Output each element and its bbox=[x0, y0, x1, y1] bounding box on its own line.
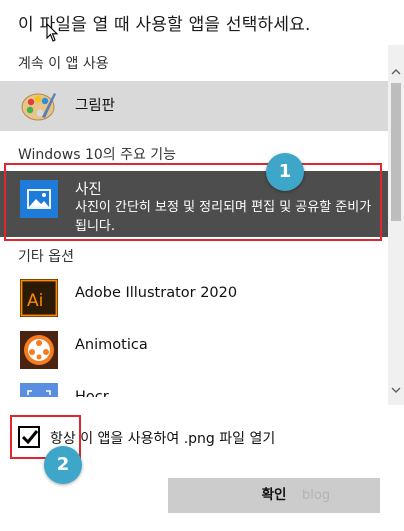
section-windows-features: Windows 10의 주요 기능 bbox=[18, 147, 177, 163]
app-item-animotica[interactable]: Animotica bbox=[0, 324, 388, 376]
svg-text:Ai: Ai bbox=[27, 291, 43, 311]
dialog-title: 이 파일을 열 때 사용할 앱을 선택하세요. bbox=[18, 15, 311, 35]
svg-text:A: A bbox=[33, 396, 42, 397]
vertical-scrollbar[interactable] bbox=[388, 45, 404, 405]
section-other-options: 기타 옵션 bbox=[18, 249, 74, 265]
app-item-illustrator[interactable]: Ai Adobe Illustrator 2020 bbox=[0, 272, 388, 324]
app-item-paint[interactable]: 그림판 bbox=[0, 81, 388, 131]
hocr-icon: A bbox=[20, 383, 58, 397]
app-name-illustrator: Adobe Illustrator 2020 bbox=[75, 285, 238, 301]
always-use-label: 항상 이 앱을 사용하여 .png 파일 열기 bbox=[50, 431, 276, 447]
scrollbar-thumb[interactable] bbox=[391, 83, 401, 221]
annotation-badge-1: 1 bbox=[266, 153, 304, 191]
illustrator-icon: Ai bbox=[20, 279, 58, 317]
app-name-animotica: Animotica bbox=[75, 337, 148, 353]
annotation-highlight-photos bbox=[4, 163, 382, 241]
app-name-hocr: Hocr bbox=[75, 389, 109, 397]
app-name-paint: 그림판 bbox=[75, 98, 116, 114]
watermark-text: blog bbox=[302, 488, 331, 503]
mouse-cursor-icon bbox=[46, 23, 59, 42]
scroll-down-arrow-icon[interactable] bbox=[388, 383, 404, 397]
app-item-hocr[interactable]: A Hocr bbox=[0, 376, 388, 397]
paint-palette-icon bbox=[21, 93, 56, 121]
scroll-up-arrow-icon[interactable] bbox=[388, 65, 404, 79]
ok-button[interactable]: 확인 bbox=[168, 478, 380, 513]
annotation-badge-2: 2 bbox=[44, 446, 82, 484]
section-continue: 계속 이 앱 사용 bbox=[18, 56, 109, 72]
animotica-icon bbox=[20, 331, 58, 369]
